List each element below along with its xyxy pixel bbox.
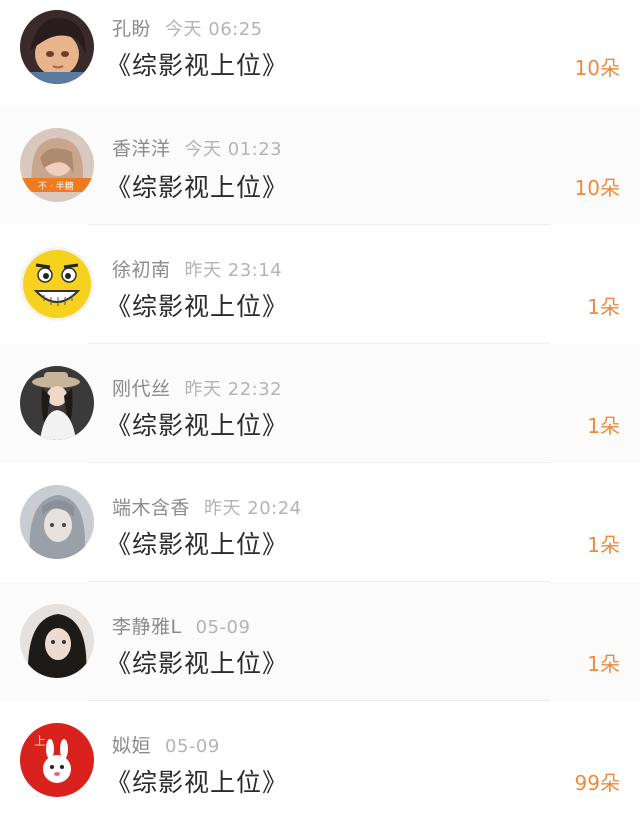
avatar-girl-anime-icon xyxy=(20,10,94,84)
user-avatar[interactable] xyxy=(20,247,94,321)
user-avatar[interactable]: 不 · 半糖 xyxy=(20,128,94,202)
user-name[interactable]: 李静雅L 05-09 xyxy=(112,612,250,639)
timestamp: 今天 01:23 xyxy=(184,139,283,160)
user-avatar[interactable] xyxy=(20,366,94,440)
avatar-yellow-smiley-icon xyxy=(20,247,94,321)
book-title[interactable]: 《综影视上位》 xyxy=(106,168,288,204)
book-title[interactable]: 《综影视上位》 xyxy=(106,46,288,82)
avatar-girl-hat-icon xyxy=(20,366,94,440)
timestamp: 昨天 22:32 xyxy=(184,379,283,400)
user-name[interactable]: 孔盼 今天 06:25 xyxy=(112,14,263,41)
gift-amount: 10朵 xyxy=(574,56,620,80)
avatar-red-rabbit-icon: 上 xyxy=(20,723,94,797)
avatar-girl-grey-hair-icon xyxy=(20,485,94,559)
timestamp: 昨天 20:24 xyxy=(204,498,302,519)
timestamp: 今天 06:25 xyxy=(165,19,263,40)
gift-amount: 1朵 xyxy=(587,652,620,676)
gift-amount: 1朵 xyxy=(587,533,620,557)
user-name[interactable]: 徐初南 昨天 23:14 xyxy=(112,255,282,282)
gift-amount: 99朵 xyxy=(574,771,620,795)
list-item[interactable]: 上 姒姮 05-09 《综影视上位》 99朵 xyxy=(0,701,640,815)
svg-text:上: 上 xyxy=(34,734,46,748)
timestamp: 05-09 xyxy=(165,736,220,757)
gift-amount: 1朵 xyxy=(587,295,620,319)
book-title[interactable]: 《综影视上位》 xyxy=(106,287,288,323)
timestamp: 05-09 xyxy=(195,617,251,638)
user-name[interactable]: 姒姮 05-09 xyxy=(112,731,220,758)
book-title[interactable]: 《综影视上位》 xyxy=(106,644,288,680)
timestamp: 昨天 23:14 xyxy=(184,260,283,281)
list-item[interactable]: 孔盼 今天 06:25 《综影视上位》 10朵 xyxy=(0,0,640,119)
user-avatar[interactable] xyxy=(20,10,94,84)
user-name[interactable]: 端木含香 昨天 20:24 xyxy=(112,493,302,520)
list-item[interactable]: 不 · 半糖 香洋洋 今天 01:23 《综影视上位》 10朵 xyxy=(0,106,640,225)
list-item[interactable]: 端木含香 昨天 20:24 《综影视上位》 1朵 xyxy=(0,463,640,582)
list-item[interactable]: 李静雅L 05-09 《综影视上位》 1朵 xyxy=(0,582,640,701)
user-avatar[interactable]: 上 xyxy=(20,723,94,797)
gift-list: 孔盼 今天 06:25 《综影视上位》 10朵 不 · 半糖 香洋洋 今天 01:2… xyxy=(0,0,640,815)
svg-text:不 · 半糖: 不 · 半糖 xyxy=(38,180,74,192)
user-name[interactable]: 刚代丝 昨天 22:32 xyxy=(112,374,282,401)
gift-amount: 1朵 xyxy=(587,414,620,438)
book-title[interactable]: 《综影视上位》 xyxy=(106,525,288,561)
book-title[interactable]: 《综影视上位》 xyxy=(106,763,288,799)
avatar-girl-orange-banner-icon: 不 · 半糖 xyxy=(20,128,94,202)
user-avatar[interactable] xyxy=(20,485,94,559)
user-avatar[interactable] xyxy=(20,604,94,678)
avatar-girl-dark-icon xyxy=(20,604,94,678)
user-name[interactable]: 香洋洋 今天 01:23 xyxy=(112,134,282,161)
list-item[interactable]: 刚代丝 昨天 22:32 《综影视上位》 1朵 xyxy=(0,344,640,463)
book-title[interactable]: 《综影视上位》 xyxy=(106,406,288,442)
list-item[interactable]: 徐初南 昨天 23:14 《综影视上位》 1朵 xyxy=(0,225,640,344)
gift-amount: 10朵 xyxy=(574,176,620,200)
